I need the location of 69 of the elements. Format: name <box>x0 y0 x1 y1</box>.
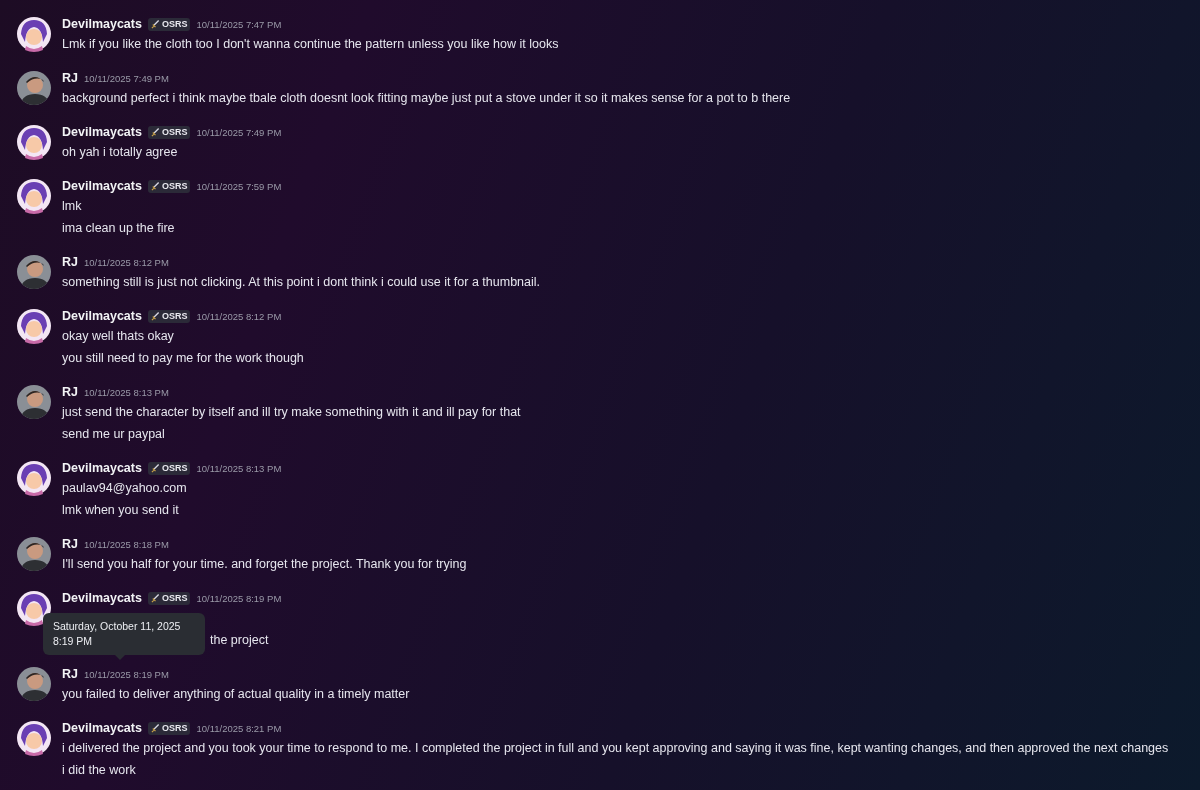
sword-icon <box>150 463 160 473</box>
avatar[interactable] <box>16 178 52 214</box>
message-text: something still is just not clicking. At this point i dont think i could use it for a thumbnail. <box>62 274 540 291</box>
avatar[interactable] <box>16 308 52 344</box>
avatar[interactable] <box>16 384 52 420</box>
timestamp: 10/11/2025 8:12 PM <box>84 256 169 268</box>
tag-text: OSRS <box>161 19 188 29</box>
timestamp: 10/11/2025 7:47 PM <box>196 18 282 30</box>
message-text: paulav94@yahoo.com <box>62 480 187 497</box>
sword-icon <box>150 311 160 321</box>
message-text: send me ur paypal <box>62 426 165 443</box>
message-text: i did the work <box>62 762 136 779</box>
timestamp: 10/11/2025 8:21 PM <box>196 722 282 734</box>
tag-text: OSRS <box>161 463 188 473</box>
timestamp: 10/11/2025 8:13 PM <box>84 386 169 398</box>
sword-icon <box>150 593 160 603</box>
avatar[interactable] <box>16 666 52 702</box>
timestamp: 10/11/2025 8:12 PM <box>196 310 282 322</box>
tag-text: OSRS <box>161 181 188 191</box>
message-text: background perfect i think maybe tbale cloth doesnt look fitting maybe just put a stove under it so it makes sense for a pot to b there <box>62 90 791 107</box>
sword-icon <box>150 181 160 191</box>
message-text: i delivered the project and you took your time to respond to me. I completed the project in full and you kept approving and saying it was fine, kept wanting changes, and then approved the next changes <box>62 740 1169 757</box>
message-text: just send the character by itself and ill try make something with it and ill pay for that <box>62 404 521 421</box>
message-text: ima clean up the fire <box>62 220 175 237</box>
timestamp: 10/11/2025 8:18 PM <box>84 538 169 550</box>
username[interactable]: RJ <box>62 667 78 681</box>
message-text: you still need to pay me for the work though <box>62 350 304 367</box>
tag-text: OSRS <box>161 311 188 321</box>
username[interactable]: RJ <box>62 385 78 399</box>
timestamp: 10/11/2025 7:59 PM <box>196 180 282 192</box>
username[interactable]: Devilmaycats <box>62 721 142 735</box>
message-text: okay well thats okay <box>62 328 174 345</box>
username[interactable]: Devilmaycats <box>62 17 142 31</box>
avatar[interactable] <box>16 16 52 52</box>
message-text: the project <box>210 632 269 649</box>
timestamp: 10/11/2025 7:49 PM <box>84 72 169 84</box>
timestamp: 10/11/2025 7:49 PM <box>196 126 282 138</box>
username[interactable]: Devilmaycats <box>62 125 142 139</box>
username[interactable]: Devilmaycats <box>62 179 142 193</box>
tag-text: OSRS <box>161 723 188 733</box>
timestamp: 10/11/2025 8:13 PM <box>196 462 282 474</box>
avatar[interactable] <box>16 254 52 290</box>
sword-icon <box>150 127 160 137</box>
avatar[interactable] <box>16 460 52 496</box>
message-text: you failed to deliver anything of actual quality in a timely matter <box>62 686 410 703</box>
sword-icon <box>150 19 160 29</box>
message-text: lmk <box>62 198 82 215</box>
avatar[interactable] <box>16 70 52 106</box>
avatar[interactable] <box>16 124 52 160</box>
username[interactable]: RJ <box>62 71 78 85</box>
username[interactable]: Devilmaycats <box>62 591 142 605</box>
avatar[interactable] <box>16 536 52 572</box>
avatar[interactable] <box>16 590 52 626</box>
username[interactable]: Devilmaycats <box>62 461 142 475</box>
tag-text: OSRS <box>161 127 188 137</box>
timestamp: 10/11/2025 8:19 PM <box>84 668 169 680</box>
message-text: I'll send you half for your time. and forget the project. Thank you for trying <box>62 556 467 573</box>
tag-text: OSRS <box>161 593 188 603</box>
sword-icon <box>150 723 160 733</box>
username[interactable]: RJ <box>62 537 78 551</box>
tooltip-text: Saturday, October 11, 2025 <box>53 619 182 634</box>
message-text: lmk when you send it <box>62 502 179 519</box>
avatar[interactable] <box>16 720 52 756</box>
username[interactable]: RJ <box>62 255 78 269</box>
username[interactable]: Devilmaycats <box>62 309 142 323</box>
tooltip-text: 8:19 PM <box>53 634 94 649</box>
timestamp: 10/11/2025 8:19 PM <box>196 592 282 604</box>
message-text: oh yah i totally agree <box>62 144 178 161</box>
message-text: Lmk if you like the cloth too I don't wanna continue the pattern unless you like how it looks <box>62 36 559 53</box>
